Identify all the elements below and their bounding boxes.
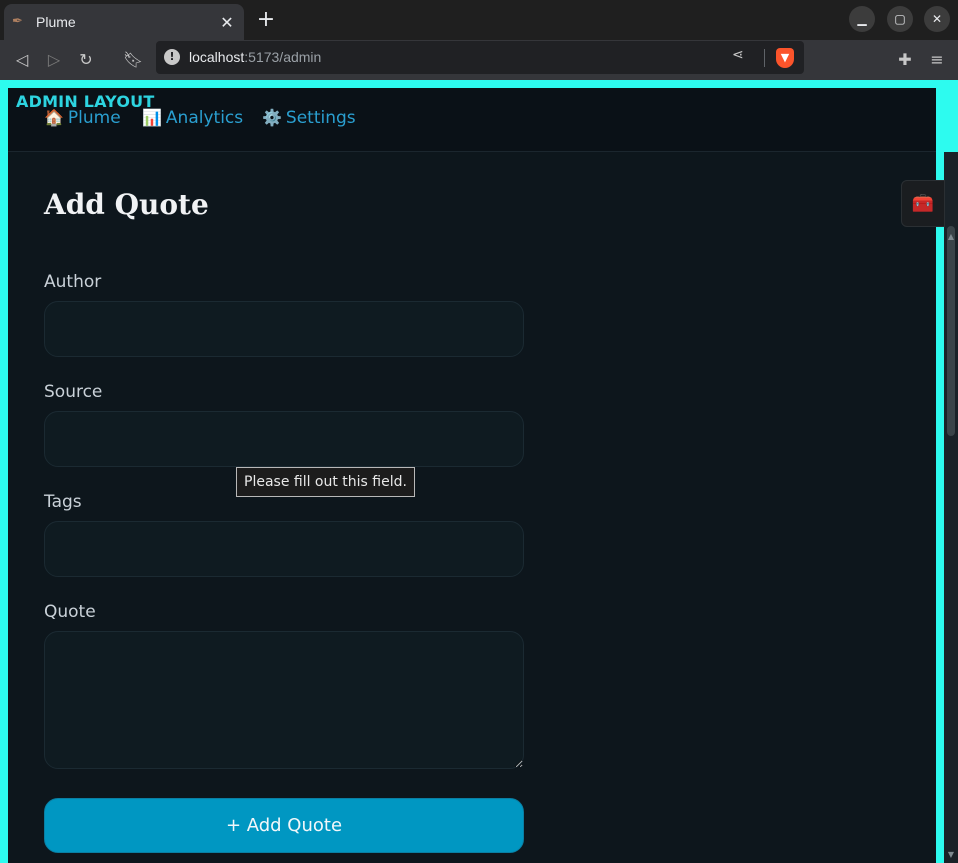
forward-icon[interactable]: ▷	[42, 48, 66, 72]
validation-tooltip: Please fill out this field.	[236, 467, 415, 497]
gear-icon: ⚙️	[262, 108, 282, 127]
browser-tab-bar: ✒ Plume ✕ + ▁ ▢ ✕	[0, 0, 958, 40]
browser-tab[interactable]: ✒ Plume ✕	[4, 4, 244, 40]
url-host: localhost	[189, 49, 245, 65]
extensions-icon[interactable]: ✚	[893, 48, 917, 72]
admin-layout: 🏠 Plume 📊 Analytics ⚙️ Settings Add Quote A…	[8, 88, 936, 863]
source-input[interactable]	[44, 411, 524, 467]
site-info-icon[interactable]: !	[164, 49, 180, 65]
scroll-down-icon[interactable]: ▼	[945, 850, 957, 860]
quote-label: Quote	[44, 602, 96, 622]
nav-link-plume[interactable]: 🏠 Plume	[44, 108, 121, 128]
close-window-button[interactable]: ✕	[924, 6, 950, 32]
page-viewport: 🏠 Plume 📊 Analytics ⚙️ Settings Add Quote A…	[0, 80, 958, 863]
page-title: Add Quote	[44, 188, 209, 221]
toolbox-icon[interactable]: 🧰	[901, 180, 945, 227]
nav-label: Plume	[67, 108, 121, 128]
source-label: Source	[44, 382, 103, 402]
scrollbar-thumb[interactable]	[947, 226, 955, 436]
address-bar[interactable]: ! localhost:5173/admin ⋖ ▼	[156, 41, 804, 74]
tab-title: Plume	[36, 14, 76, 30]
minimize-window-button[interactable]: ▁	[849, 6, 875, 32]
maximize-window-button[interactable]: ▢	[887, 6, 913, 32]
menu-icon[interactable]: ≡	[925, 48, 949, 72]
tags-input[interactable]	[44, 521, 524, 577]
new-tab-button[interactable]: +	[254, 8, 278, 32]
nav-link-settings[interactable]: ⚙️ Settings	[262, 108, 356, 128]
admin-layout-label: ADMIN LAYOUT	[16, 92, 155, 111]
nav-link-analytics[interactable]: 📊 Analytics	[142, 108, 243, 128]
feather-icon: ✒	[12, 14, 23, 29]
author-input[interactable]	[44, 301, 524, 357]
quote-textarea[interactable]	[44, 631, 524, 769]
bookmark-icon[interactable]: 🔖︎	[121, 48, 145, 72]
add-quote-button[interactable]: + Add Quote	[44, 798, 524, 853]
page-scrollbar[interactable]	[944, 152, 958, 863]
share-icon[interactable]: ⋖	[732, 47, 744, 63]
nav-label: Settings	[285, 108, 356, 128]
tags-label: Tags	[44, 492, 82, 512]
nav-label: Analytics	[165, 108, 244, 128]
author-label: Author	[44, 272, 102, 292]
close-tab-icon[interactable]: ✕	[218, 13, 236, 32]
back-icon[interactable]: ◁	[10, 48, 34, 72]
reload-icon[interactable]: ↻	[74, 48, 98, 72]
divider	[764, 49, 765, 67]
url-text[interactable]: localhost:5173/admin	[189, 49, 321, 65]
url-path: :5173/admin	[244, 49, 322, 65]
scroll-up-icon[interactable]: ▲	[945, 232, 957, 242]
brave-shields-icon[interactable]: ▼	[776, 48, 794, 68]
